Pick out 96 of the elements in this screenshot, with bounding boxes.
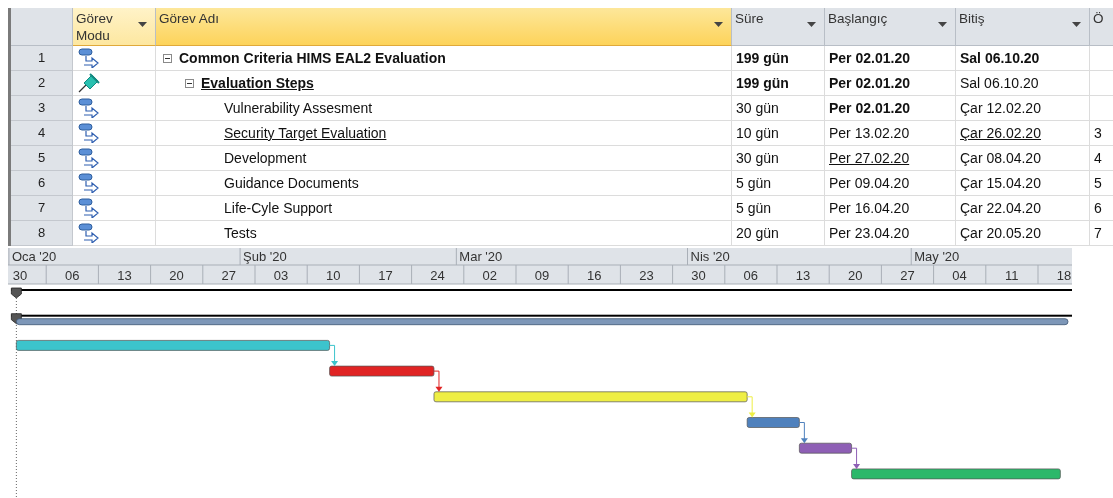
week-label: 13 — [795, 268, 811, 283]
finish-date: Sal 06.10.20 — [960, 49, 1040, 68]
link-arrow — [329, 344, 339, 367]
finish-date: Çar 12.02.20 — [960, 99, 1041, 118]
summary-bar[interactable] — [10, 287, 1072, 299]
week-label: 23 — [639, 268, 654, 283]
week-label: 13 — [117, 268, 132, 283]
predecessor-text: 4 — [1094, 149, 1102, 168]
dropdown-arrow-icon[interactable] — [938, 22, 947, 27]
row-number: 2 — [11, 71, 73, 96]
start-date: Per 13.02.20 — [829, 124, 910, 143]
week-label: 17 — [378, 268, 393, 283]
month-label: Oca '20 — [11, 249, 57, 264]
finish-date: Sal 06.10.20 — [960, 74, 1039, 93]
column-header[interactable]: Ö — [1090, 8, 1113, 46]
duration-text: 10 gün — [736, 124, 779, 143]
week-label: 09 — [534, 268, 550, 283]
start-date: Per 02.01.20 — [829, 74, 910, 93]
start-date: Per 27.02.20 — [829, 149, 910, 168]
dropdown-arrow-icon[interactable] — [714, 22, 723, 27]
column-header[interactable]: Görev Modu — [73, 8, 156, 46]
start-date: Per 02.01.20 — [829, 99, 910, 118]
task-name: Vulnerability Assesment — [224, 99, 373, 118]
month-label: May '20 — [914, 249, 960, 264]
finish-date: Çar 15.04.20 — [960, 174, 1041, 193]
week-label: 16 — [586, 268, 602, 283]
duration-text: 5 gün — [736, 199, 772, 218]
task-name: Development — [224, 149, 307, 168]
dropdown-arrow-icon[interactable] — [1072, 22, 1081, 27]
row-number: 4 — [11, 121, 73, 146]
week-label: 18 — [1056, 268, 1072, 283]
row-header-corner — [11, 8, 73, 46]
task-bar[interactable] — [329, 365, 435, 377]
task-name: Evaluation Steps — [201, 74, 314, 93]
week-label: 30 — [12, 268, 28, 283]
week-label: 02 — [482, 268, 498, 283]
finish-date: Çar 20.05.20 — [960, 224, 1041, 243]
month-label: Şub '20 — [243, 249, 287, 264]
week-label: 10 — [325, 268, 341, 283]
task-name: Tests — [224, 224, 257, 243]
row-number: 8 — [11, 221, 73, 246]
task-bar[interactable] — [746, 417, 800, 428]
week-label: 27 — [900, 268, 915, 283]
start-date: Per 09.04.20 — [829, 174, 910, 193]
start-date: Per 16.04.20 — [829, 199, 910, 218]
week-label: 27 — [221, 268, 237, 283]
link-arrow — [851, 447, 861, 469]
duration-text: 30 gün — [736, 149, 779, 168]
row-number: 5 — [11, 146, 73, 171]
row-number: 7 — [11, 196, 73, 221]
month-label: Mar '20 — [459, 249, 503, 264]
link-arrow — [798, 422, 808, 444]
duration-text: 199 gün — [736, 74, 789, 93]
duration-text: 20 gün — [736, 224, 779, 243]
duration-text: 5 gün — [736, 174, 772, 193]
row-number: 1 — [11, 46, 73, 71]
month-label: Nis '20 — [690, 249, 730, 264]
duration-text: 30 gün — [736, 99, 779, 118]
predecessor-text: 6 — [1094, 199, 1102, 218]
week-label: 30 — [691, 268, 706, 283]
predecessor-text: 3 — [1094, 124, 1102, 143]
finish-date: Çar 08.04.20 — [960, 149, 1041, 168]
dropdown-arrow-icon[interactable] — [138, 22, 147, 27]
task-name: Common Criteria HIMS EAL2 Evaluation — [179, 49, 446, 68]
start-date: Per 23.04.20 — [829, 224, 910, 243]
week-label: 20 — [847, 268, 863, 283]
finish-date: Çar 26.02.20 — [960, 124, 1041, 143]
week-label: 06 — [743, 268, 759, 283]
duration-text: 199 gün — [736, 49, 789, 68]
week-label: 24 — [430, 268, 445, 283]
summary-bar[interactable] — [10, 313, 1072, 326]
collapse-button[interactable] — [163, 53, 172, 63]
collapse-button[interactable] — [185, 78, 194, 88]
start-date: Per 02.01.20 — [829, 49, 910, 68]
column-header[interactable]: Başlangıç — [825, 8, 956, 46]
finish-date: Çar 22.04.20 — [960, 199, 1041, 218]
predecessor-text: 5 — [1094, 174, 1102, 193]
task-bar[interactable] — [799, 442, 852, 454]
week-label: 06 — [64, 268, 80, 283]
link-arrow — [746, 396, 756, 418]
column-header[interactable]: Görev Adı — [156, 8, 732, 46]
link-arrow — [433, 370, 443, 392]
task-name: Guidance Documents — [224, 174, 359, 193]
week-label: 20 — [169, 268, 184, 283]
row-number: 3 — [11, 96, 73, 121]
week-label: 11 — [1005, 268, 1019, 283]
predecessor-text: 7 — [1094, 224, 1102, 243]
week-label: 03 — [273, 268, 289, 283]
task-bar[interactable] — [851, 468, 1061, 480]
row-number: 6 — [11, 171, 73, 196]
column-header[interactable]: Süre — [732, 8, 825, 46]
column-header[interactable]: Bitiş — [956, 8, 1090, 46]
task-name: Security Target Evaluation — [224, 124, 387, 143]
task-name: Life-Cyle Support — [224, 199, 333, 218]
week-label: 04 — [952, 268, 967, 283]
dropdown-arrow-icon[interactable] — [807, 22, 816, 27]
